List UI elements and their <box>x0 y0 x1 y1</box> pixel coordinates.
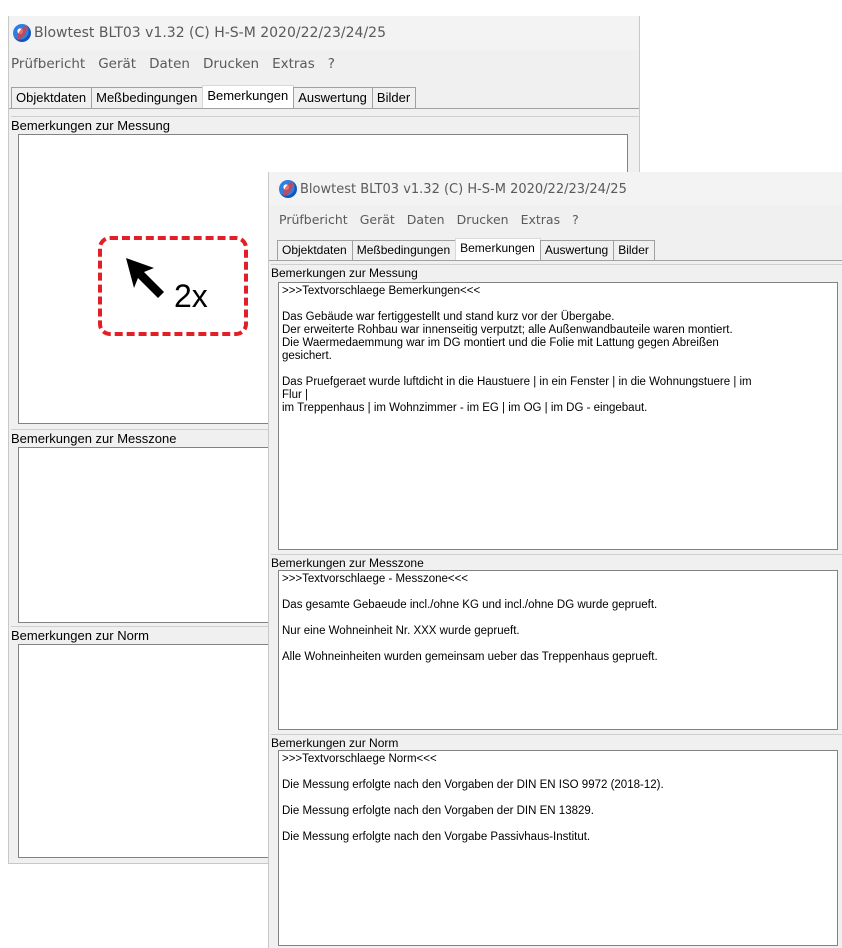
tab-strip: Objektdaten Meßbedingungen Bemerkungen A… <box>9 82 639 109</box>
tab-bemerkungen[interactable]: Bemerkungen <box>202 85 295 108</box>
memo-line: Die Messung erfolgte nach den Vorgabe Pa… <box>282 831 591 843</box>
menu-geraet[interactable]: Gerät <box>360 212 395 232</box>
memo-line: Der erweiterte Rohbau war innenseitig ve… <box>282 324 733 336</box>
memo-line: Flur | <box>282 389 308 401</box>
cursor-arrow-icon <box>126 258 164 298</box>
menu-pruefbericht[interactable]: Prüfbericht <box>11 56 85 78</box>
tab-objektdaten[interactable]: Objektdaten <box>11 87 93 108</box>
memo-line <box>282 792 834 805</box>
menu-help[interactable]: ? <box>572 212 579 232</box>
menu-pruefbericht[interactable]: Prüfbericht <box>279 212 348 232</box>
menu-drucken[interactable]: Drucken <box>203 56 259 78</box>
memo-line: Nur eine Wohneinheit Nr. XXX wurde gepru… <box>282 625 520 637</box>
tab-messbedingungen[interactable]: Meßbedingungen <box>351 240 457 260</box>
memo-line: Die Messung erfolgte nach den Vorgaben d… <box>282 805 594 817</box>
memo-norm[interactable]: >>>Textvorschlaege Norm<<< Die Messung e… <box>278 750 838 946</box>
menu-geraet[interactable]: Gerät <box>98 56 136 78</box>
memo-line <box>282 612 834 625</box>
memo-line <box>282 638 834 651</box>
double-click-label: 2x <box>174 278 208 314</box>
memo-messzone[interactable]: >>>Textvorschlaege - Messzone<<< Das ges… <box>278 570 838 730</box>
tab-objektdaten[interactable]: Objektdaten <box>277 240 353 260</box>
menu-bar: Prüfbericht Gerät Daten Drucken Extras ? <box>9 56 639 78</box>
memo-line <box>282 298 834 311</box>
memo-line <box>282 586 834 599</box>
memo-line: im Treppenhaus | im Wohnzimmer - im EG |… <box>282 402 648 414</box>
memo-messung[interactable]: >>>Textvorschlaege Bemerkungen<<< Das Ge… <box>278 282 838 550</box>
tab-auswertung[interactable]: Auswertung <box>293 87 373 108</box>
menu-bar: Prüfbericht Gerät Daten Drucken Extras ? <box>269 212 842 232</box>
double-click-annotation-box <box>98 236 248 336</box>
title-bar: Blowtest BLT03 v1.32 (C) H-S-M 2020/22/2… <box>269 172 842 206</box>
memo-line: Das Pruefgeraet wurde luftdicht in die H… <box>282 376 752 388</box>
section-label-messung: Bemerkungen zur Messung <box>11 116 639 135</box>
memo-line: gesichert. <box>282 350 332 362</box>
memo-line: >>>Textvorschlaege - Messzone<<< <box>282 573 469 585</box>
memo-line <box>282 766 834 779</box>
memo-line: Die Messung erfolgte nach den Vorgaben d… <box>282 779 664 791</box>
menu-extras[interactable]: Extras <box>521 212 561 232</box>
app-window-after: Blowtest BLT03 v1.32 (C) H-S-M 2020/22/2… <box>268 172 842 948</box>
menu-daten[interactable]: Daten <box>149 56 190 78</box>
tab-auswertung[interactable]: Auswertung <box>539 240 615 260</box>
tab-bilder[interactable]: Bilder <box>371 87 417 108</box>
section-label-messung: Bemerkungen zur Messung <box>271 264 842 283</box>
memo-line <box>282 818 834 831</box>
tab-strip: Objektdaten Meßbedingungen Bemerkungen A… <box>269 236 842 261</box>
menu-daten[interactable]: Daten <box>407 212 445 232</box>
memo-line: Alle Wohneinheiten wurden gemeinsam uebe… <box>282 651 658 663</box>
menu-drucken[interactable]: Drucken <box>457 212 509 232</box>
memo-line: Die Waermedaemmung war im DG montiert un… <box>282 337 719 349</box>
window-title: Blowtest BLT03 v1.32 (C) H-S-M 2020/22/2… <box>34 25 386 41</box>
title-bar: Blowtest BLT03 v1.32 (C) H-S-M 2020/22/2… <box>9 16 639 50</box>
tab-bilder[interactable]: Bilder <box>613 240 655 260</box>
window-title: Blowtest BLT03 v1.32 (C) H-S-M 2020/22/2… <box>300 181 627 197</box>
memo-line: Das gesamte Gebaeude incl./ohne KG und i… <box>282 599 658 611</box>
fan-app-icon <box>13 24 31 42</box>
fan-app-icon <box>279 180 297 198</box>
tab-bemerkungen[interactable]: Bemerkungen <box>455 238 541 260</box>
memo-line: >>>Textvorschlaege Norm<<< <box>282 753 437 765</box>
menu-extras[interactable]: Extras <box>272 56 315 78</box>
tab-messbedingungen[interactable]: Meßbedingungen <box>91 87 204 108</box>
memo-line <box>282 363 834 376</box>
memo-line: >>>Textvorschlaege Bemerkungen<<< <box>282 285 481 297</box>
memo-line: Das Gebäude war fertiggestellt und stand… <box>282 311 615 323</box>
menu-help[interactable]: ? <box>328 56 335 78</box>
